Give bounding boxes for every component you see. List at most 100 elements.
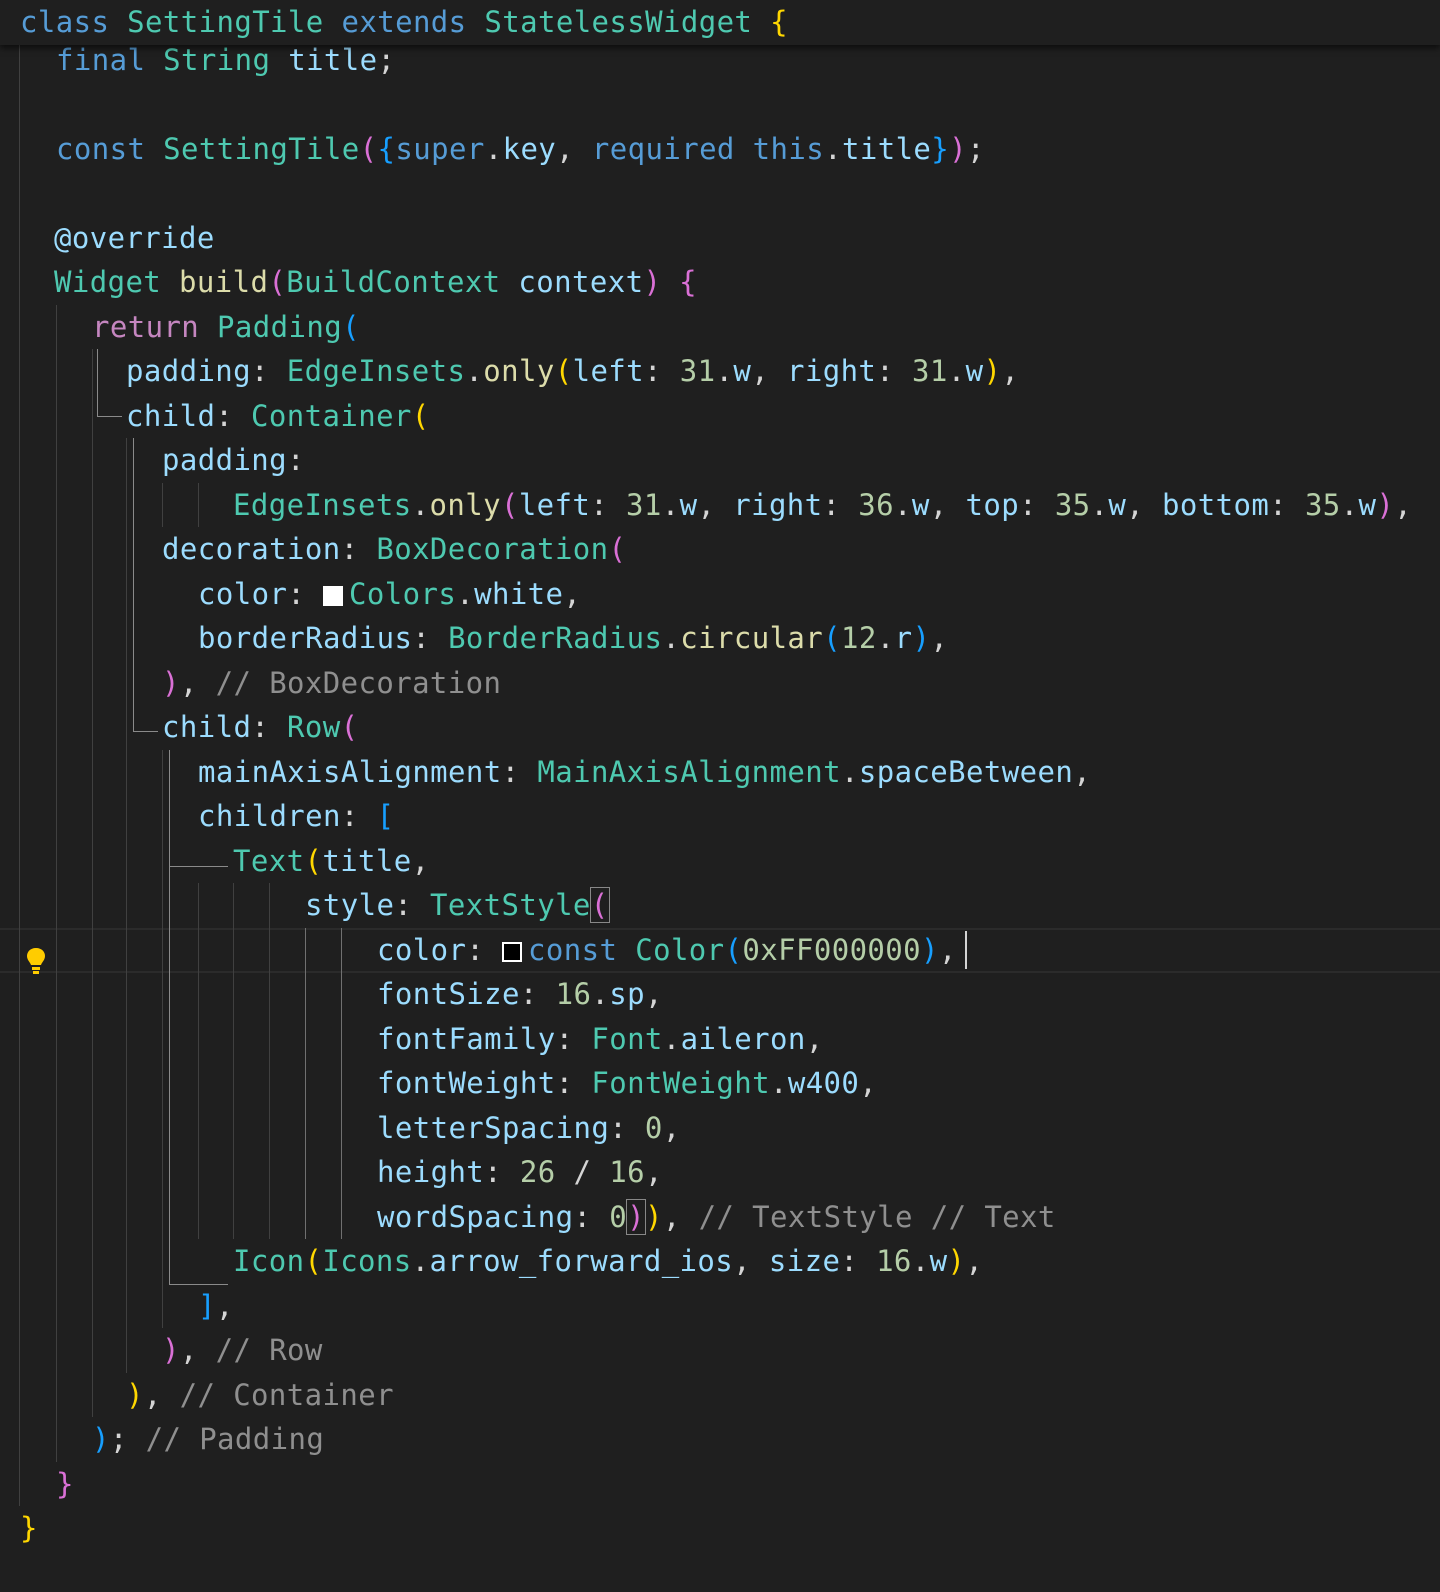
code-token: . — [911, 1244, 930, 1278]
code-line[interactable]: ], — [0, 1284, 1440, 1329]
code-token: 0xFF000000 — [742, 933, 922, 967]
indent-guide — [162, 750, 163, 1328]
code-token: , — [179, 1333, 216, 1367]
code-token: class — [20, 5, 128, 39]
lightbulb-icon[interactable] — [24, 946, 48, 983]
code-token: , — [929, 488, 966, 522]
code-line[interactable]: } — [0, 1506, 1440, 1551]
code-line[interactable]: color: const Color(0xFF000000), — [0, 928, 1440, 973]
code-token: w — [929, 1244, 948, 1278]
code-token: : — [840, 1244, 877, 1278]
code-token: { — [770, 5, 789, 39]
code-token: : — [394, 888, 431, 922]
code-token: right — [733, 488, 823, 522]
code-token: Icon — [233, 1244, 305, 1278]
code-token: , — [859, 1066, 878, 1100]
code-line[interactable]: ), // BoxDecoration — [0, 661, 1440, 706]
code-token: letterSpacing — [377, 1111, 610, 1145]
code-token: const — [56, 132, 164, 166]
code-token: : — [340, 799, 377, 833]
code-token: , — [805, 1022, 824, 1056]
code-line[interactable]: ), // Row — [0, 1328, 1440, 1373]
code-token: . — [662, 621, 681, 655]
code-token: } — [20, 1511, 38, 1545]
code-line[interactable]: borderRadius: BorderRadius.circular(12.r… — [0, 616, 1440, 661]
code-token: ( — [342, 310, 360, 344]
code-token: : — [644, 354, 680, 388]
code-token: // Padding — [145, 1422, 325, 1456]
code-text: color: const Color(0xFF000000), — [377, 930, 957, 971]
code-token: ( — [554, 354, 573, 388]
code-token: ( — [304, 844, 323, 878]
indent-guide — [19, 44, 20, 1506]
code-line[interactable]: Icon(Icons.arrow_forward_ios, size: 16.w… — [0, 1239, 1440, 1284]
code-token: 35 — [1304, 488, 1341, 522]
code-line[interactable] — [0, 82, 1440, 127]
code-token: : — [609, 1111, 645, 1145]
code-token: , — [1394, 488, 1413, 522]
code-line[interactable]: Text(title, — [0, 839, 1440, 884]
code-line[interactable]: style: TextStyle( — [0, 883, 1440, 928]
code-token: BuildContext — [286, 265, 519, 299]
code-line[interactable]: child: Container( — [0, 394, 1440, 439]
code-token: padding — [126, 354, 252, 388]
code-line[interactable]: letterSpacing: 0, — [0, 1106, 1440, 1151]
code-token: color — [377, 933, 467, 967]
code-line[interactable]: ); // Padding — [0, 1417, 1440, 1462]
code-token: final — [56, 43, 164, 77]
code-text: fontSize: 16.sp, — [377, 972, 663, 1017]
code-token: . — [484, 132, 503, 166]
code-token: sp — [609, 977, 645, 1011]
code-line[interactable]: child: Row( — [0, 705, 1440, 750]
code-editor[interactable]: class SettingTile extends StatelessWidge… — [0, 0, 1440, 1592]
code-token: ; — [377, 43, 396, 77]
code-token: . — [456, 577, 475, 611]
code-line[interactable]: wordSpacing: 0)), // TextStyle // Text — [0, 1195, 1440, 1240]
code-token: . — [661, 488, 680, 522]
code-line[interactable]: ), // Container — [0, 1373, 1440, 1418]
color-swatch[interactable] — [323, 586, 344, 606]
code-token: context — [518, 265, 644, 299]
code-token: left — [572, 354, 645, 388]
code-line[interactable]: Widget build(BuildContext context) { — [0, 260, 1440, 305]
code-token: ; — [967, 132, 985, 166]
indent-guide — [162, 483, 163, 527]
code-token: EdgeInsets — [286, 354, 466, 388]
code-line[interactable]: @override — [0, 216, 1440, 261]
code-line[interactable]: fontWeight: FontWeight.w400, — [0, 1061, 1440, 1106]
code-token: ( — [340, 710, 359, 744]
code-token: const — [528, 933, 636, 967]
indent-guide — [198, 483, 199, 527]
code-line[interactable]: return Padding( — [0, 305, 1440, 350]
code-token: . — [1090, 488, 1109, 522]
color-swatch[interactable] — [502, 942, 523, 962]
code-token: fontFamily — [377, 1022, 556, 1056]
code-text: const SettingTile({super.key, required t… — [56, 127, 985, 172]
bracket-tree-branch — [169, 1284, 228, 1285]
code-token: FontWeight — [591, 1066, 770, 1100]
code-token: { — [377, 132, 396, 166]
code-token: ( — [823, 621, 842, 655]
code-line[interactable]: children: [ — [0, 794, 1440, 839]
code-line[interactable]: fontSize: 16.sp, — [0, 972, 1440, 1017]
text-cursor — [965, 931, 967, 969]
code-line[interactable]: EdgeInsets.only(left: 31.w, right: 36.w,… — [0, 483, 1440, 528]
code-token: . — [715, 354, 734, 388]
sticky-scroll-line[interactable]: class SettingTile extends StatelessWidge… — [0, 0, 1440, 45]
code-token: , — [215, 1289, 234, 1323]
code-token: 0 — [609, 1200, 628, 1234]
code-line[interactable] — [0, 171, 1440, 216]
code-line[interactable]: padding: EdgeInsets.only(left: 31.w, rig… — [0, 349, 1440, 394]
code-line[interactable]: height: 26 / 16, — [0, 1150, 1440, 1195]
code-text: Icon(Icons.arrow_forward_ios, size: 16.w… — [233, 1239, 983, 1284]
code-line[interactable]: fontFamily: Font.aileron, — [0, 1017, 1440, 1062]
code-line[interactable]: color: Colors.white, — [0, 572, 1440, 617]
code-line[interactable]: const SettingTile({super.key, required t… — [0, 127, 1440, 172]
code-token: w — [911, 488, 930, 522]
code-line[interactable]: decoration: BoxDecoration( — [0, 527, 1440, 572]
indent-guide — [56, 305, 57, 1462]
code-line[interactable]: padding: — [0, 438, 1440, 483]
code-line[interactable]: } — [0, 1462, 1440, 1507]
code-line[interactable]: mainAxisAlignment: MainAxisAlignment.spa… — [0, 750, 1440, 795]
code-token: 31 — [912, 354, 948, 388]
